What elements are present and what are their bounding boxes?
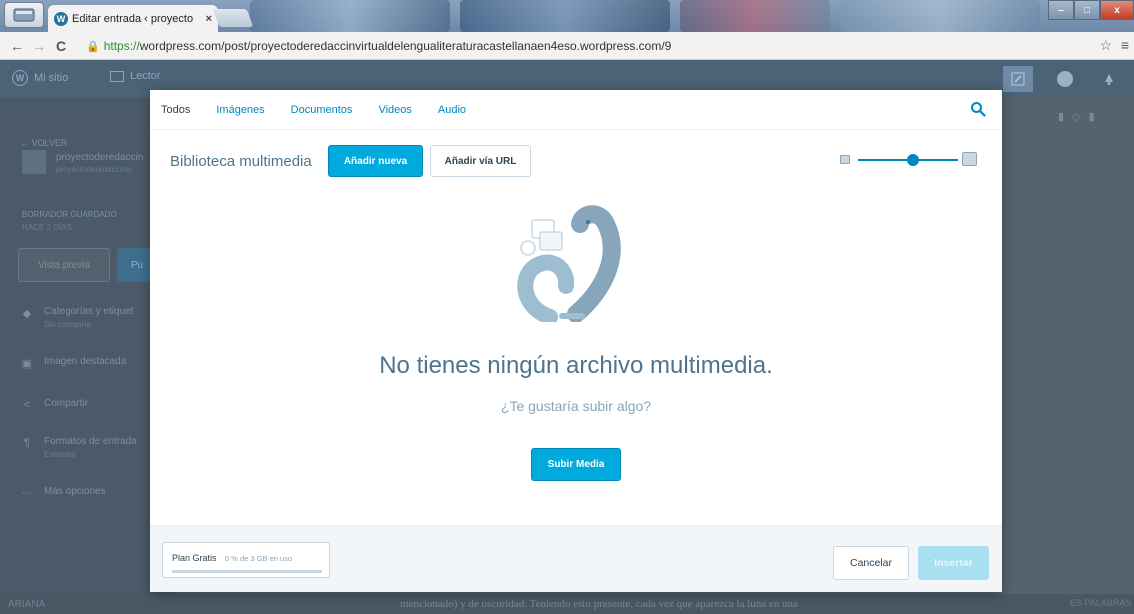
wordpress-favicon-icon: W [54, 11, 68, 26]
reader-icon [110, 70, 124, 82]
plan-storage-widget[interactable]: Plan Gratis 0 % de 3 GB en uso [162, 542, 330, 578]
url-text: wordpress.com/post/proyectoderedaccinvir… [139, 39, 672, 53]
back-arrow-icon[interactable]: ← [6, 35, 28, 57]
my-site-link[interactable]: W Mi sitio [12, 70, 68, 86]
categories-section[interactable]: ◆ Categorías y etiquet Sin categoría [20, 306, 134, 329]
edit-icon [1011, 72, 1025, 86]
categories-label: Categorías y etiquet [44, 306, 134, 317]
filter-tab-images[interactable]: Imágenes [216, 104, 264, 116]
lock-icon: 🔒 [86, 40, 100, 53]
bell-icon [1105, 74, 1113, 85]
draft-time: HACE 2 DÍAS [22, 223, 72, 232]
share-label: Compartir [44, 398, 88, 409]
back-link[interactable]: ← VOLVER [20, 138, 67, 148]
site-url: proyectoderedaccinvi [56, 165, 132, 174]
reader-link[interactable]: Lector [110, 70, 161, 82]
add-new-button[interactable]: Añadir nueva [328, 145, 423, 177]
featured-image-section[interactable]: ▣ Imagen destacada [20, 356, 126, 370]
publish-label: Pu [130, 259, 144, 271]
filter-tab-videos[interactable]: Videos [378, 104, 411, 116]
empty-state-subtitle[interactable]: ¿Te gustaría subir algo? [150, 398, 1002, 414]
small-image-icon [840, 155, 850, 164]
format-icon: ¶ [24, 437, 30, 449]
notifications-button[interactable] [1094, 66, 1124, 92]
avatar-icon [1057, 71, 1073, 87]
categories-sub: Sin categoría [44, 320, 92, 329]
draft-status: BORRADOR GUARDADO [22, 210, 117, 219]
site-name: proyectoderedaccin [56, 152, 144, 163]
modal-footer: Plan Gratis 0 % de 3 GB en uso Cancelar … [150, 525, 1002, 592]
my-site-label: Mi sitio [34, 72, 69, 84]
featured-image-label: Imagen destacada [44, 356, 127, 367]
upload-media-button[interactable]: Subir Media [531, 448, 621, 481]
browser-app-menu-button[interactable] [4, 2, 44, 28]
insert-button[interactable]: Insertar [918, 546, 989, 580]
desktop-photo-strip [250, 0, 450, 32]
add-via-url-button[interactable]: Añadir vía URL [430, 145, 531, 177]
preview-label: Vista previa [37, 259, 91, 271]
avatar[interactable] [1050, 66, 1080, 92]
desktop-photo-strip [460, 0, 670, 32]
image-icon: ▣ [21, 357, 33, 370]
url-scheme: https:// [103, 39, 140, 53]
chrome-menu-icon[interactable]: ≡ [1121, 37, 1129, 53]
post-content-preview: mencionado) y de oscuridad. Teniendo est… [400, 598, 798, 610]
write-post-button[interactable] [1003, 66, 1033, 92]
filter-tab-documents[interactable]: Documentos [291, 104, 353, 116]
bookmark-star-icon[interactable]: ☆ [1099, 37, 1112, 54]
window-minimize-button[interactable]: – [1048, 0, 1074, 20]
new-tab-button[interactable] [212, 9, 254, 27]
share-section[interactable]: < Compartir [20, 398, 88, 412]
filter-tab-audio[interactable]: Audio [438, 104, 466, 116]
media-library-modal: Todos Imágenes Documentos Videos Audio B… [150, 90, 1002, 592]
editor-toolbar-icons: ▮◇▮ [1058, 111, 1103, 123]
media-filter-bar: Todos Imágenes Documentos Videos Audio [150, 90, 1002, 130]
share-icon: < [23, 399, 31, 411]
window-close-button[interactable]: x [1100, 0, 1134, 20]
preview-button[interactable]: Vista previa [18, 248, 110, 282]
window-icon [13, 8, 35, 22]
tag-icon: ◆ [22, 307, 32, 320]
empty-state-title: No tienes ningún archivo multimedia. [379, 352, 773, 379]
desktop-photo-strip [840, 0, 1040, 32]
formats-sub: Estándar [44, 450, 77, 459]
formats-section[interactable]: ¶ Formatos de entrada Estándar [20, 436, 137, 459]
library-title: Biblioteca multimedia [170, 153, 312, 170]
browser-toolbar: ← → C 🔒 https:// wordpress.com/post/proy… [0, 32, 1134, 60]
plan-usage: 0 % de 3 GB en uso [225, 554, 293, 563]
wordpress-logo-icon: W [12, 70, 28, 86]
address-bar[interactable]: 🔒 https:// wordpress.com/post/proyectode… [86, 36, 1086, 56]
status-left: ARIANA [8, 598, 46, 610]
tab-close-icon[interactable]: × [206, 13, 212, 25]
forward-arrow-icon[interactable]: → [28, 35, 50, 57]
filter-tab-all[interactable]: Todos [161, 104, 190, 116]
tab-title: Editar entrada ‹ proyecto [72, 12, 194, 25]
large-image-icon [962, 152, 977, 166]
browser-tab[interactable]: W Editar entrada ‹ proyecto × [48, 5, 218, 32]
window-maximize-button[interactable]: □ [1074, 0, 1100, 20]
reload-icon[interactable]: C [50, 35, 72, 57]
site-icon [22, 150, 46, 174]
thumbnail-size-slider[interactable] [840, 152, 980, 168]
ellipsis-icon: ··· [21, 487, 33, 499]
desktop-photo-strip [680, 0, 830, 32]
formats-label: Formatos de entrada [44, 436, 137, 447]
plan-name: Plan Gratis [172, 553, 217, 563]
more-options-section[interactable]: ··· Más opciones [20, 486, 106, 500]
search-icon[interactable] [970, 101, 986, 117]
storage-usage-bar [172, 570, 322, 573]
empty-media-illustration [517, 205, 621, 322]
word-count: ES PALABRAS [1070, 598, 1132, 608]
reader-label: Lector [130, 70, 161, 82]
more-options-label: Más opciones [44, 486, 106, 497]
cancel-button[interactable]: Cancelar [833, 546, 909, 580]
slider-handle[interactable] [907, 154, 919, 166]
